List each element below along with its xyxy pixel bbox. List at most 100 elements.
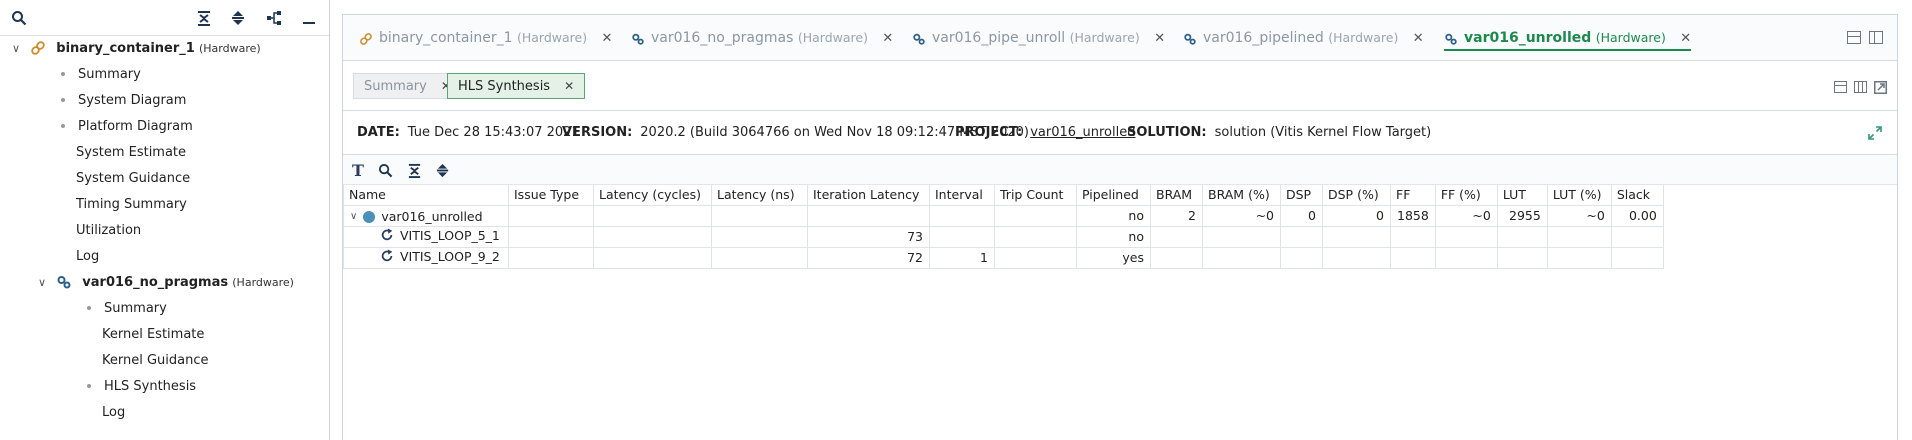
project-label: PROJECT:	[955, 125, 1023, 140]
bullet-icon	[61, 97, 65, 102]
tree-item-kernel-estimate[interactable]: Kernel Estimate	[102, 322, 204, 348]
tree-item-system-guidance[interactable]: System Guidance	[76, 166, 190, 192]
column-header[interactable]: Latency (ns)	[711, 185, 808, 206]
name-cell[interactable]: VITIS_LOOP_5_1	[343, 225, 509, 248]
tree-item-kernel-guidance[interactable]: Kernel Guidance	[102, 348, 209, 374]
subtab-summary[interactable]: Summary ✕	[353, 73, 462, 99]
tab-var016-unrolled[interactable]: var016_unrolled (Hardware) ✕	[1444, 25, 1692, 51]
tree-item-hls-synthesis[interactable]: HLS Synthesis	[87, 374, 196, 400]
tree-item-kernel-log[interactable]: Log	[102, 400, 125, 426]
text-format-icon[interactable]: T	[349, 161, 367, 180]
tree-item-system-diagram[interactable]: System Diagram	[61, 88, 186, 114]
column-header[interactable]: Slack	[1610, 185, 1664, 206]
project-link[interactable]: var016_unrolled	[1030, 125, 1135, 140]
tree-item-kernel-summary[interactable]: Summary	[87, 296, 167, 322]
column-header[interactable]: FF	[1390, 185, 1436, 206]
tree-item-log[interactable]: Log	[76, 244, 99, 270]
tree-item-platform-diagram[interactable]: Platform Diagram	[61, 114, 193, 140]
column-header[interactable]: LUT (%)	[1546, 185, 1612, 206]
table-cell: ~0	[1202, 204, 1281, 227]
split-vertical-icon[interactable]	[1869, 31, 1883, 44]
table-cell: 2955	[1496, 204, 1548, 227]
expand-icon[interactable]	[1867, 125, 1883, 141]
close-icon[interactable]: ✕	[1680, 31, 1691, 46]
bullet-icon	[61, 71, 65, 76]
close-icon[interactable]: ✕	[564, 79, 574, 93]
column-header[interactable]: Name	[343, 185, 509, 206]
column-header[interactable]: DSP (%)	[1322, 185, 1391, 206]
table-row[interactable]: VITIS_LOOP_5_1 73 no	[343, 225, 1664, 248]
minimize-icon[interactable]	[300, 9, 318, 27]
split-columns-icon[interactable]	[1854, 81, 1867, 93]
table-cell: 0	[1322, 204, 1391, 227]
tab-var016-pipelined[interactable]: var016_pipelined (Hardware) ✕	[1183, 25, 1424, 51]
chevron-down-icon[interactable]: ∨	[38, 270, 52, 296]
name-cell[interactable]: ∨ var016_unrolled	[343, 204, 509, 227]
tree-label: var016_no_pragmas	[82, 275, 229, 290]
column-header[interactable]: BRAM (%)	[1202, 185, 1281, 206]
expand-all-icon[interactable]	[229, 9, 247, 27]
chevron-down-icon[interactable]: ∨	[350, 211, 357, 222]
open-external-icon[interactable]	[1874, 81, 1887, 94]
column-header[interactable]: Iteration Latency	[807, 185, 930, 206]
tree-item-utilization[interactable]: Utilization	[76, 218, 141, 244]
collapse-all-icon[interactable]	[405, 161, 423, 179]
table-row[interactable]: VITIS_LOOP_9_2 72 1 yes	[343, 246, 1664, 269]
table-cell: 0	[1280, 204, 1323, 227]
tab-title: binary_container_1	[379, 30, 513, 46]
tree-kind: (Hardware)	[232, 276, 294, 289]
gears-icon	[1444, 29, 1458, 45]
tree-item-timing-summary[interactable]: Timing Summary	[76, 192, 187, 218]
tab-kind: (Hardware)	[1328, 30, 1399, 45]
tree-node-var016-no-pragmas[interactable]: ∨ var016_no_pragmas (Hardware)	[38, 270, 294, 296]
tab-var016-pipe-unroll[interactable]: var016_pipe_unroll (Hardware) ✕	[912, 25, 1165, 51]
column-header[interactable]: LUT	[1496, 185, 1548, 206]
table-row[interactable]: ∨ var016_unrolled no 2 ~0 0 0 1858 ~0 295…	[343, 204, 1664, 227]
column-header[interactable]: Pipelined	[1076, 185, 1151, 206]
column-header[interactable]: Issue Type	[508, 185, 594, 206]
subtab-hls-synthesis[interactable]: HLS Synthesis ✕	[447, 73, 586, 99]
table-cell: 72	[807, 246, 930, 269]
collapse-all-icon[interactable]	[195, 9, 213, 27]
table-cell	[711, 225, 808, 248]
tree-label: Kernel Estimate	[102, 327, 205, 342]
name-cell[interactable]: VITIS_LOOP_9_2	[343, 246, 509, 269]
split-horizontal-icon[interactable]	[1834, 81, 1847, 93]
subtab-label: HLS Synthesis	[458, 79, 551, 94]
tree-kind: (Hardware)	[198, 42, 261, 55]
column-header[interactable]: DSP	[1280, 185, 1323, 206]
explorer-toolbar	[0, 0, 329, 36]
tab-kind: (Hardware)	[1069, 30, 1140, 45]
subtab-label: Summary	[364, 79, 427, 94]
table-cell	[1150, 246, 1203, 269]
close-icon[interactable]: ✕	[882, 31, 893, 46]
expand-all-icon[interactable]	[433, 161, 451, 179]
table-cell: 73	[807, 225, 930, 248]
tab-var016-no-pragmas[interactable]: var016_no_pragmas (Hardware) ✕	[631, 25, 893, 51]
table-cell	[1322, 225, 1391, 248]
tree-item-summary[interactable]: Summary	[61, 62, 141, 88]
table-cell	[508, 225, 594, 248]
table-cell	[1610, 246, 1664, 269]
split-horizontal-icon[interactable]	[1847, 31, 1861, 44]
tree-node-binary-container[interactable]: ∨ binary_container_1 (Hardware)	[12, 36, 261, 62]
tree-label: Platform Diagram	[78, 119, 193, 134]
chevron-down-icon[interactable]: ∨	[12, 36, 26, 62]
tab-binary-container[interactable]: binary_container_1 (Hardware) ✕	[359, 25, 612, 51]
close-icon[interactable]: ✕	[1413, 31, 1424, 46]
tree-item-system-estimate[interactable]: System Estimate	[76, 140, 186, 166]
search-icon[interactable]	[10, 9, 28, 27]
tree-label: Timing Summary	[76, 197, 187, 212]
column-header[interactable]: FF (%)	[1434, 185, 1498, 206]
column-header[interactable]: BRAM	[1150, 185, 1203, 206]
close-icon[interactable]: ✕	[1154, 31, 1165, 46]
solution-value: solution (Vitis Kernel Flow Target)	[1214, 125, 1432, 140]
close-icon[interactable]: ✕	[602, 31, 613, 46]
hierarchy-icon[interactable]	[265, 9, 283, 27]
tab-kind: (Hardware)	[1595, 30, 1666, 45]
link-icon	[359, 29, 373, 45]
column-header[interactable]: Latency (cycles)	[593, 185, 712, 206]
search-icon[interactable]	[376, 161, 394, 179]
column-header[interactable]: Interval	[929, 185, 995, 206]
column-header[interactable]: Trip Count	[994, 185, 1077, 206]
